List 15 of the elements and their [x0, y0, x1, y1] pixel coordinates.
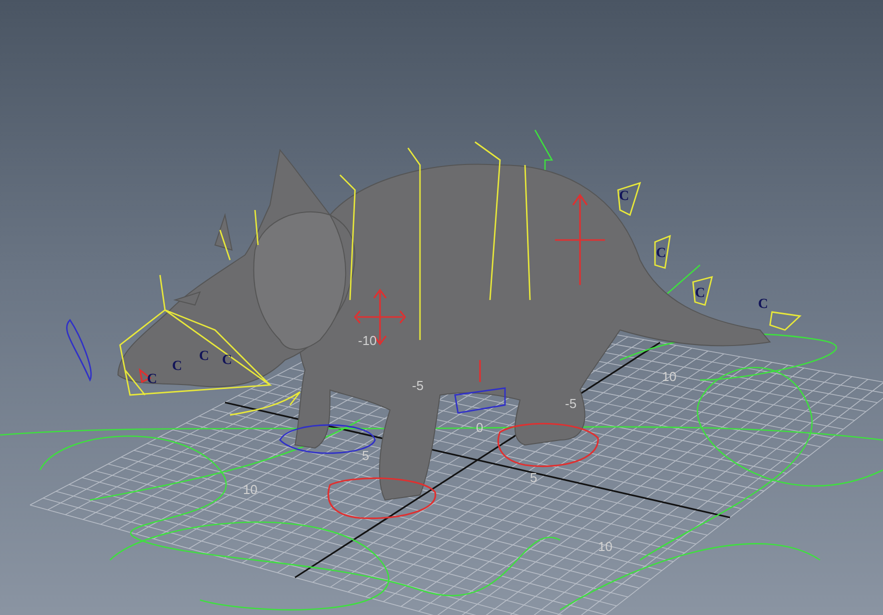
grid-label: 10 — [598, 539, 612, 554]
control-label: C — [199, 349, 210, 364]
grid-label: -5 — [565, 396, 577, 411]
control-label: C — [619, 189, 630, 204]
control-label: C — [758, 297, 768, 312]
grid-label: 5 — [530, 470, 538, 485]
control-label: C — [656, 246, 666, 261]
grid-label: -5 — [412, 378, 424, 393]
grid-label: 5 — [362, 448, 370, 463]
control-label: C — [172, 359, 182, 374]
control-label: C — [695, 286, 706, 301]
control-label: C — [147, 372, 158, 387]
grid-label: 10 — [243, 482, 258, 497]
control-label: C — [222, 353, 232, 368]
grid-label: -10 — [358, 333, 377, 348]
